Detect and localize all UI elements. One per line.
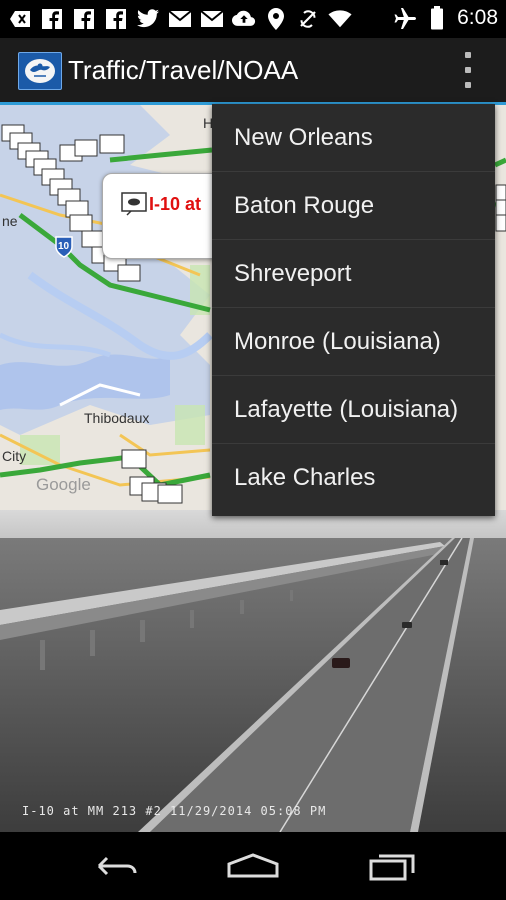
callout-text: I-10 at	[149, 194, 202, 214]
menu-item-baton-rouge[interactable]: Baton Rouge	[212, 172, 495, 240]
app-logo-icon[interactable]	[18, 52, 62, 90]
menu-item-shreveport[interactable]: Shreveport	[212, 240, 495, 308]
overflow-menu-icon[interactable]	[460, 52, 476, 88]
battery-icon	[425, 6, 449, 30]
facebook-icon	[72, 7, 96, 31]
navigation-bar	[0, 832, 506, 900]
camera-marker-icon	[121, 192, 147, 223]
map-label-thibodaux: Thibodaux	[84, 410, 150, 426]
gmail-icon	[200, 7, 224, 31]
map-label-city: City	[2, 448, 27, 464]
camera-caption: I-10 at MM 213 #2 11/29/2014 05:08 PM	[22, 804, 327, 818]
city-dropdown-menu: New Orleans Baton Rouge Shreveport Monro…	[212, 104, 495, 516]
location-pin-icon	[264, 7, 288, 31]
recent-apps-button[interactable]	[362, 848, 422, 884]
menu-item-lafayette[interactable]: Lafayette (Louisiana)	[212, 376, 495, 444]
gmail-icon	[168, 7, 192, 31]
back-key-icon	[8, 7, 32, 31]
status-bar: 6:08	[0, 0, 506, 38]
action-bar: Traffic/Travel/NOAA	[0, 38, 506, 105]
traffic-camera-image: I-10 at MM 213 #2 11/29/2014 05:08 PM	[0, 510, 506, 832]
back-button[interactable]	[84, 848, 144, 884]
interstate-shield-label: 10	[58, 241, 70, 252]
facebook-icon	[104, 7, 128, 31]
menu-item-new-orleans[interactable]: New Orleans	[212, 104, 495, 172]
map-label-ne: ne	[2, 213, 18, 229]
cloud-upload-icon	[232, 7, 256, 31]
wifi-icon	[328, 7, 352, 31]
app-title: Traffic/Travel/NOAA	[68, 55, 299, 85]
home-button[interactable]	[223, 848, 283, 884]
airplane-icon	[393, 6, 417, 30]
clock-time: 6:08	[457, 6, 498, 29]
menu-item-lake-charles[interactable]: Lake Charles	[212, 444, 495, 512]
map-info-callout[interactable]: I-10 at	[102, 173, 222, 259]
google-watermark: Google	[36, 475, 91, 494]
menu-item-monroe[interactable]: Monroe (Louisiana)	[212, 308, 495, 376]
no-sync-icon	[296, 7, 320, 31]
facebook-icon	[40, 7, 64, 31]
twitter-icon	[136, 7, 160, 31]
